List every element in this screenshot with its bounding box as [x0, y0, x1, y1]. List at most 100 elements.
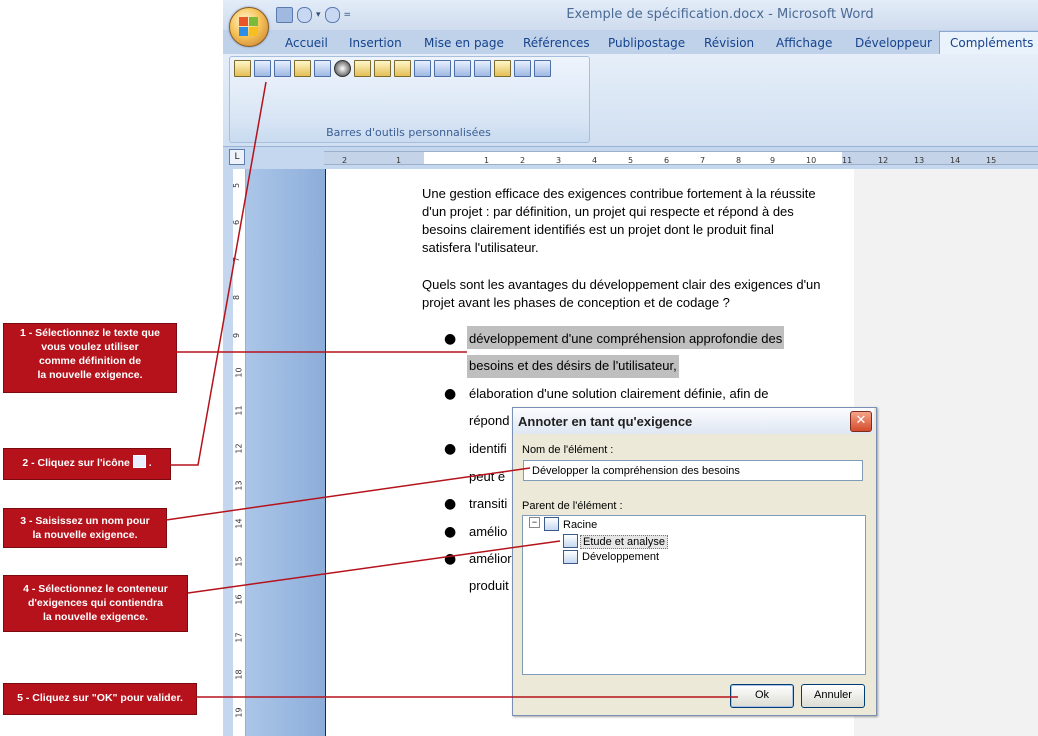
callout-step-2: 2 - Cliquez sur l'icône .: [3, 448, 171, 480]
name-label: Nom de l'élément :: [522, 444, 614, 456]
xml-import-icon[interactable]: [494, 60, 511, 77]
paragraph-line: Quels sont les avantages du développemen…: [422, 277, 821, 292]
quick-access-toolbar: ▾ =: [276, 6, 351, 24]
ruler-tick: 4: [592, 156, 598, 165]
requirement-container-icon: [563, 534, 578, 548]
tab-complements[interactable]: Compléments: [939, 31, 1038, 55]
office-button[interactable]: [229, 7, 269, 47]
ruler-tick: 18: [234, 669, 244, 680]
cancel-button[interactable]: Annuler: [801, 684, 865, 708]
bullet-text: amélio: [469, 524, 508, 539]
office-logo-icon: [239, 17, 259, 37]
undo-icon[interactable]: [297, 7, 312, 23]
ruler-tick: 1: [396, 156, 402, 165]
collapse-toggle-icon[interactable]: −: [529, 517, 540, 528]
bullet-icon: ●: [444, 331, 457, 347]
tab-references[interactable]: Références: [523, 34, 590, 54]
tab-mise-en-page[interactable]: Mise en page: [424, 34, 504, 54]
custom-toolbar: [234, 60, 551, 77]
name-field[interactable]: [523, 460, 863, 481]
tree-node-developpement[interactable]: Développement: [582, 551, 659, 563]
horizontal-ruler[interactable]: 2 1 1 2 3 4 5 6 7 8 9 10 11 12 13 14 15: [324, 151, 1038, 165]
left-margin-area: [324, 152, 424, 164]
callout-line: 1 - Sélectionnez le texte que: [19, 327, 161, 339]
root-folder-icon: [544, 517, 559, 531]
tab-revision[interactable]: Révision: [704, 34, 754, 54]
ruler-tick: 11: [842, 156, 853, 165]
tab-developpeur[interactable]: Développeur: [855, 34, 932, 54]
document-background-right: [853, 169, 1038, 736]
bullet-text: transiti: [469, 496, 508, 511]
customize-qat-icon[interactable]: =: [344, 10, 352, 20]
save-icon[interactable]: [276, 7, 293, 23]
ruler-tick: 15: [986, 156, 997, 165]
ruler-tick: 17: [234, 632, 244, 643]
tree-node-root[interactable]: Racine: [563, 519, 597, 531]
ruler-tick: 11: [234, 405, 244, 416]
callout-line: vous voulez utiliser: [41, 341, 139, 353]
ruler-tick: 14: [234, 518, 244, 529]
ruler-tick: 13: [914, 156, 925, 165]
bullet-icon: ●: [444, 524, 457, 540]
callout-line: la nouvelle exigence.: [32, 529, 138, 541]
bullet-icon: ●: [444, 441, 457, 457]
tab-affichage[interactable]: Affichage: [776, 34, 832, 54]
tab-selector[interactable]: L: [229, 149, 245, 165]
ruler-tick: 2: [342, 156, 348, 165]
close-button[interactable]: ✕: [850, 411, 872, 432]
annotate-requirement-icon[interactable]: [254, 60, 271, 77]
bullet-icon: ●: [444, 386, 457, 402]
xml-next-icon[interactable]: [474, 60, 491, 77]
folder-tree-icon[interactable]: [354, 60, 371, 77]
tab-accueil[interactable]: Accueil: [285, 34, 328, 54]
bullet-icon: ●: [444, 551, 457, 567]
edit-requirement-icon[interactable]: [394, 60, 411, 77]
undo-dropdown-icon[interactable]: ▾: [316, 10, 321, 20]
left-strip: [223, 169, 233, 736]
bullet-text: répond: [469, 413, 510, 428]
ruler-tick: 2: [520, 156, 526, 165]
target-icon[interactable]: [334, 60, 351, 77]
callout-line: 3 - Saisissez un nom pour: [20, 515, 150, 527]
paragraph-line: Une gestion efficace des exigences contr…: [422, 186, 816, 201]
callout-line: d'exigences qui contiendra: [28, 597, 163, 609]
redo-icon[interactable]: [324, 7, 340, 23]
remove-annotation-icon[interactable]: [414, 60, 431, 77]
ruler-tick: 7: [232, 256, 242, 263]
tab-publipostage[interactable]: Publipostage: [608, 34, 685, 54]
bullet-icon: ●: [444, 496, 457, 512]
callout-line: la nouvelle exigence.: [37, 369, 143, 381]
xml-sync-icon[interactable]: [454, 60, 471, 77]
paragraph-line: besoins clairement identifiés est un pro…: [422, 222, 774, 237]
copy-requirement-icon[interactable]: [374, 60, 391, 77]
callout-line: la nouvelle exigence.: [42, 611, 149, 623]
selected-text[interactable]: besoins et des désirs de l'utilisateur,: [467, 355, 679, 378]
callout-line: 2 - Cliquez sur l'icône: [22, 457, 130, 469]
annotate-requirement-icon: [132, 455, 146, 468]
requirement-container-icon[interactable]: [234, 60, 251, 77]
xml-previous-icon[interactable]: [514, 60, 531, 77]
requirement-icon[interactable]: [274, 60, 291, 77]
ruler-tick: 14: [950, 156, 961, 165]
requirement-list-icon[interactable]: [294, 60, 311, 77]
ruler-tick: 10: [806, 156, 817, 165]
selected-text[interactable]: développement d'une compréhension approf…: [467, 326, 785, 349]
ok-button[interactable]: Ok: [730, 684, 794, 708]
ruler-tick: 5: [232, 182, 242, 189]
paragraph-line: satisfera l'utilisateur.: [422, 240, 539, 255]
window-title: Exemple de spécification.docx - Microsof…: [566, 7, 874, 22]
ruler-tick: 13: [234, 480, 244, 491]
vertical-ruler[interactable]: 5 6 7 8 9 10 11 12 13 14 15 16 17 18 19: [232, 169, 246, 736]
tab-insertion[interactable]: Insertion: [349, 34, 402, 54]
xml-export-icon[interactable]: [434, 60, 451, 77]
callout-step-3: 3 - Saisissez un nom pour la nouvelle ex…: [3, 508, 167, 548]
dialog-title: Annoter en tant qu'exigence: [518, 414, 693, 429]
callout-line: comme définition de: [38, 355, 142, 367]
ruler-tick: 9: [232, 332, 242, 339]
requirement-link-icon[interactable]: [314, 60, 331, 77]
group-label: Barres d'outils personnalisées: [326, 126, 491, 139]
xml-link-icon[interactable]: [534, 60, 551, 77]
ruler-tick: 5: [628, 156, 634, 165]
tree-node-etude[interactable]: Etude et analyse: [580, 535, 668, 549]
callout-step-4: 4 - Sélectionnez le conteneur d'exigence…: [3, 575, 188, 632]
